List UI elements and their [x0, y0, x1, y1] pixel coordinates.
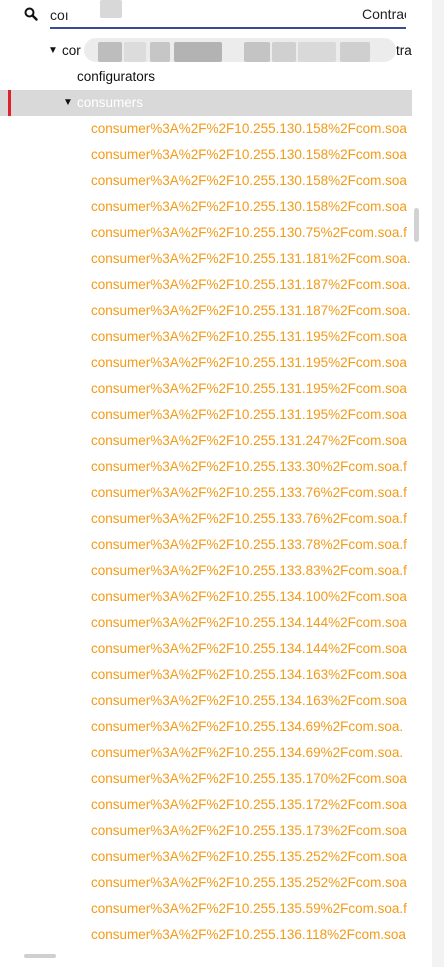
tree-leaf-consumer[interactable]: consumer%3A%2F%2F10.255.135.170%2Fcom.so… [91, 766, 413, 792]
tree-leaf-consumer[interactable]: consumer%3A%2F%2F10.255.135.252%2Fcom.so… [91, 844, 413, 870]
tree-leaf-consumer[interactable]: consumer%3A%2F%2F10.255.130.75%2Fcom.soa… [91, 220, 413, 246]
tree-leaf-consumer[interactable]: consumer%3A%2F%2F10.255.130.158%2Fcom.so… [91, 168, 413, 194]
tree-leaf-consumer[interactable]: consumer%3A%2F%2F10.255.131.247%2Fcom.so… [91, 428, 413, 454]
redacted-block [124, 42, 146, 62]
tree-node-configurators[interactable]: configurators [0, 64, 412, 90]
tree-leaf-consumer[interactable]: consumer%3A%2F%2F10.255.134.163%2Fcom.so… [91, 688, 413, 714]
redacted-block [244, 42, 270, 62]
tree-panel: Contrac ▼ cor trac configurators ▼ consu… [0, 0, 432, 967]
tree-leaf-consumer[interactable]: consumer%3A%2F%2F10.255.134.144%2Fcom.so… [91, 636, 413, 662]
tree-leaf-consumer[interactable]: consumer%3A%2F%2F10.255.133.78%2Fcom.soa… [91, 532, 413, 558]
tree-leaf-consumer[interactable]: consumer%3A%2F%2F10.255.133.30%2Fcom.soa… [91, 454, 413, 480]
tree-leaf-consumer[interactable]: consumer%3A%2F%2F10.255.133.76%2Fcom.soa… [91, 506, 413, 532]
tree-leaf-consumer[interactable]: consumer%3A%2F%2F10.255.134.163%2Fcom.so… [91, 662, 413, 688]
tree-leaf-consumer[interactable]: consumer%3A%2F%2F10.255.134.69%2Fcom.soa… [91, 714, 413, 740]
redacted-block [150, 42, 170, 62]
tree-leaf-consumer[interactable]: consumer%3A%2F%2F10.255.136.118%2Fcom.so… [91, 922, 413, 948]
tree-leaf-consumer[interactable]: consumer%3A%2F%2F10.255.134.69%2Fcom.soa… [91, 740, 413, 766]
tree-node-consumers[interactable]: ▼ consumers [0, 90, 412, 116]
horizontal-scrollbar[interactable] [24, 954, 56, 958]
search-suffix-text: Contrac [362, 6, 406, 22]
tree-node-label: configurators [77, 69, 156, 84]
tree-leaf-consumer[interactable]: consumer%3A%2F%2F10.255.134.144%2Fcom.so… [91, 610, 413, 636]
tree-node-root-label: cor [62, 43, 81, 58]
search-bar: Contrac [0, 0, 432, 36]
redacted-block [298, 42, 336, 62]
caret-down-icon[interactable]: ▼ [63, 90, 73, 116]
tree-node-label: consumers [77, 95, 144, 110]
redacted-block [174, 42, 222, 62]
tree-leaf-consumer[interactable]: consumer%3A%2F%2F10.255.133.76%2Fcom.soa… [91, 480, 413, 506]
search-icon [24, 7, 38, 21]
tree-leaf-consumer[interactable]: consumer%3A%2F%2F10.255.131.195%2Fcom.so… [91, 324, 413, 350]
tree-leaf-consumer[interactable]: consumer%3A%2F%2F10.255.131.187%2Fcom.so… [91, 272, 413, 298]
tree-leaf-consumer[interactable]: consumer%3A%2F%2F10.255.131.195%2Fcom.so… [91, 402, 413, 428]
selection-indicator [8, 90, 11, 116]
tree-leaf-consumer[interactable]: consumer%3A%2F%2F10.255.133.83%2Fcom.soa… [91, 558, 413, 584]
tree-leaf-consumer[interactable]: consumer%3A%2F%2F10.255.130.158%2Fcom.so… [91, 142, 413, 168]
tree-leaf-consumer[interactable]: consumer%3A%2F%2F10.255.134.100%2Fcom.so… [91, 584, 413, 610]
tree-leaf-consumer[interactable]: consumer%3A%2F%2F10.255.130.158%2Fcom.so… [91, 116, 413, 142]
tree-node-root-suffix: trac [396, 43, 412, 58]
tree-leaf-consumer[interactable]: consumer%3A%2F%2F10.255.135.172%2Fcom.so… [91, 792, 413, 818]
vertical-scrollbar[interactable] [414, 208, 419, 242]
tree-leaf-consumer[interactable]: consumer%3A%2F%2F10.255.131.187%2Fcom.so… [91, 298, 413, 324]
tree-leaf-consumer[interactable]: consumer%3A%2F%2F10.255.131.195%2Fcom.so… [91, 350, 413, 376]
tree-leaf-consumer[interactable]: consumer%3A%2F%2F10.255.135.59%2Fcom.soa… [91, 896, 413, 922]
tree-leaf-consumer[interactable]: consumer%3A%2F%2F10.255.131.181%2Fcom.so… [91, 246, 413, 272]
tree-leaf-consumer[interactable]: consumer%3A%2F%2F10.255.135.252%2Fcom.so… [91, 870, 413, 896]
redacted-block [100, 0, 122, 18]
tree-leaf-consumer[interactable]: consumer%3A%2F%2F10.255.130.158%2Fcom.so… [91, 194, 413, 220]
tree-leaf-consumer[interactable]: consumer%3A%2F%2F10.255.135.173%2Fcom.so… [91, 818, 413, 844]
caret-down-icon[interactable]: ▼ [48, 38, 58, 64]
redacted-block [272, 42, 296, 62]
redacted-block [340, 42, 370, 62]
tree-leaf-consumer[interactable]: consumer%3A%2F%2F10.255.131.195%2Fcom.so… [91, 376, 413, 402]
redacted-block [98, 42, 122, 62]
